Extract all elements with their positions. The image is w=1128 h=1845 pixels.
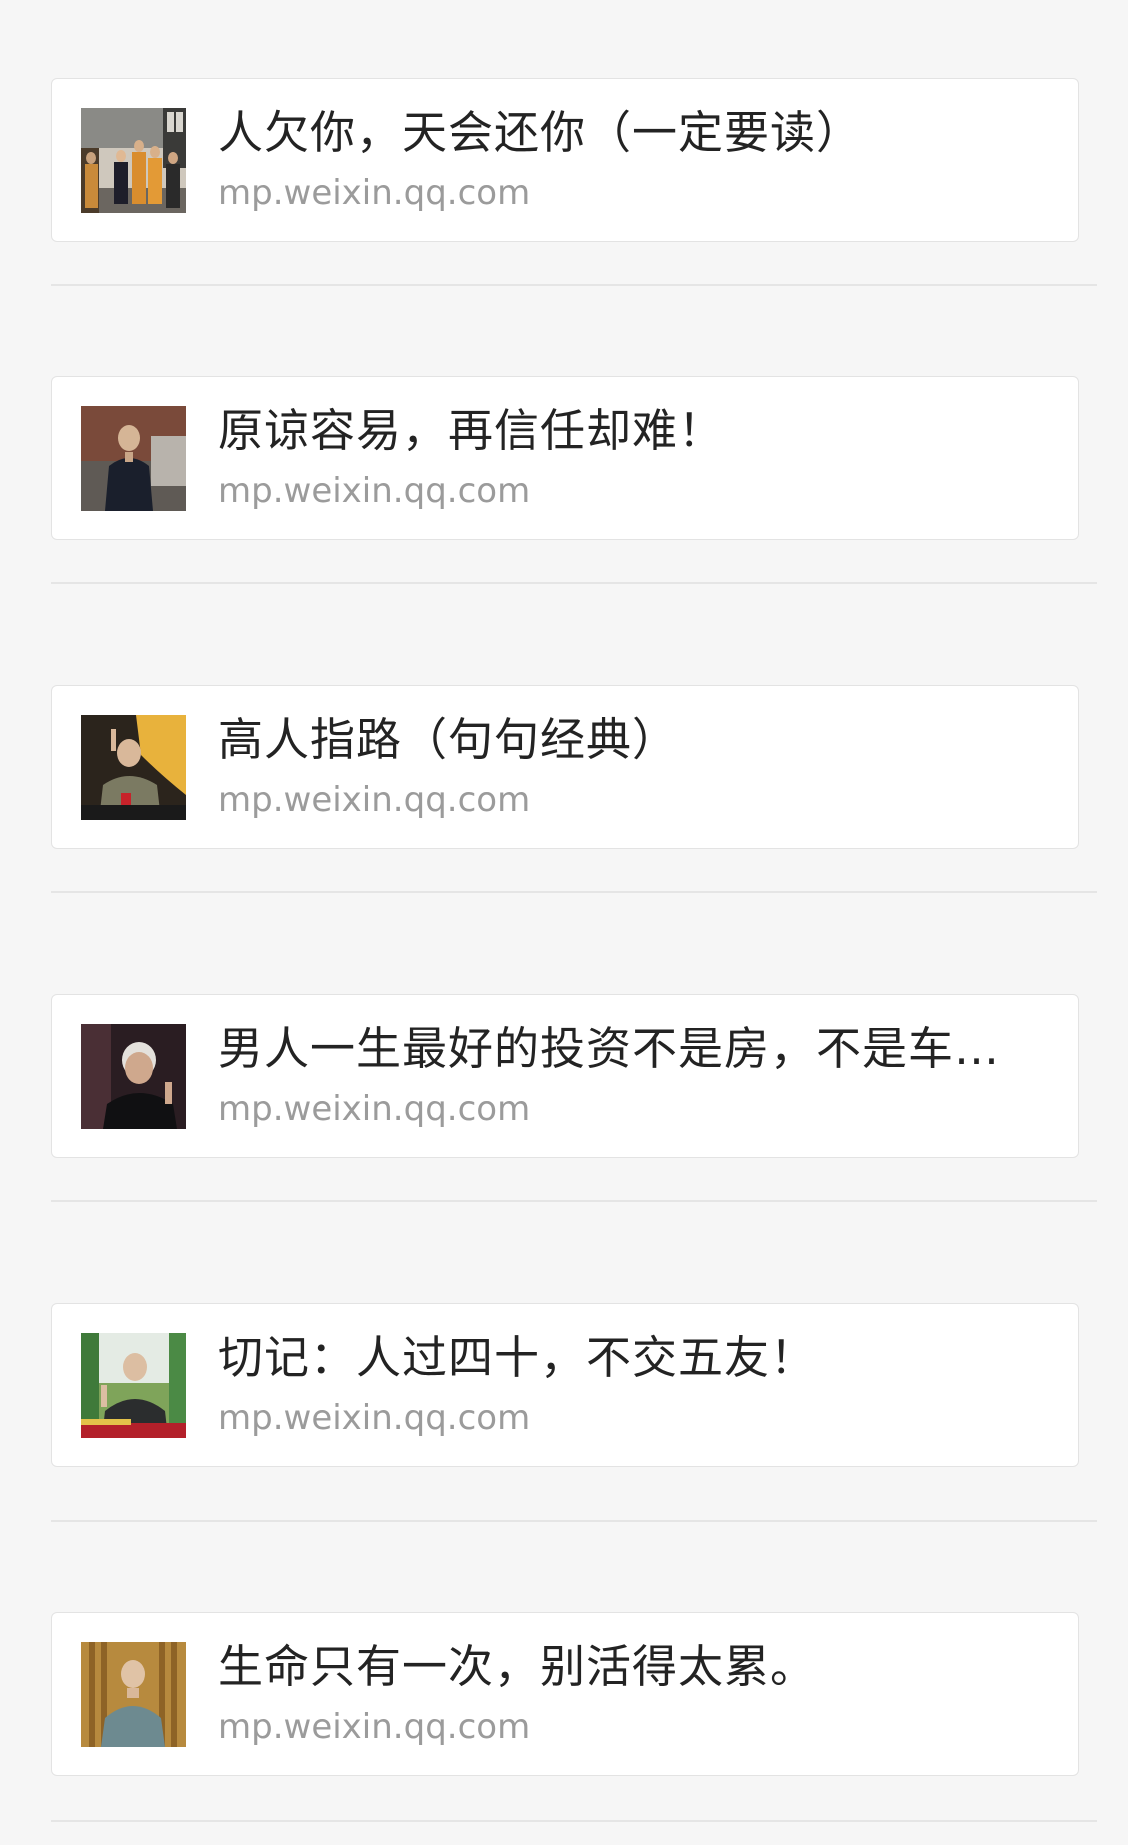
article-title[interactable]: 生命只有一次，别活得太累。: [218, 1637, 1060, 1697]
article-card[interactable]: 生命只有一次，别活得太累。 mp.weixin.qq.com: [51, 1612, 1079, 1776]
article-card[interactable]: 男人一生最好的投资不是房，不是车… mp.weixin.qq.com: [51, 994, 1079, 1158]
article-title[interactable]: 男人一生最好的投资不是房，不是车…: [218, 1019, 1060, 1079]
article-card[interactable]: 高人指路（句句经典） mp.weixin.qq.com: [51, 685, 1079, 849]
elder-portrait-thumbnail: [81, 1024, 186, 1129]
portrait-photo-thumbnail: [81, 406, 186, 511]
divider: [51, 1520, 1097, 1522]
article-title[interactable]: 人欠你，天会还你（一定要读）: [218, 103, 1060, 163]
divider: [51, 1820, 1097, 1822]
article-source: mp.weixin.qq.com: [218, 1707, 531, 1747]
article-source: mp.weixin.qq.com: [218, 173, 531, 213]
article-card[interactable]: 原谅容易，再信任却难！ mp.weixin.qq.com: [51, 376, 1079, 540]
article-card[interactable]: 切记：人过四十，不交五友！ mp.weixin.qq.com: [51, 1303, 1079, 1467]
speaker-photo-thumbnail: [81, 715, 186, 820]
elder-standing-thumbnail: [81, 1642, 186, 1747]
article-title[interactable]: 切记：人过四十，不交五友！: [218, 1328, 1060, 1388]
article-title[interactable]: 高人指路（句句经典）: [218, 710, 1060, 770]
article-title[interactable]: 原谅容易，再信任却难！: [218, 401, 1060, 461]
lecture-photo-thumbnail: [81, 1333, 186, 1438]
article-source: mp.weixin.qq.com: [218, 1089, 531, 1129]
divider: [51, 582, 1097, 584]
divider: [51, 284, 1097, 286]
group-photo-thumbnail: [81, 108, 186, 213]
article-card[interactable]: 人欠你，天会还你（一定要读） mp.weixin.qq.com: [51, 78, 1079, 242]
article-feed: 人欠你，天会还你（一定要读） mp.weixin.qq.com 原谅容易，再信任…: [0, 0, 1128, 1845]
divider: [51, 1200, 1097, 1202]
article-source: mp.weixin.qq.com: [218, 471, 531, 511]
divider: [51, 891, 1097, 893]
article-source: mp.weixin.qq.com: [218, 780, 531, 820]
article-source: mp.weixin.qq.com: [218, 1398, 531, 1438]
